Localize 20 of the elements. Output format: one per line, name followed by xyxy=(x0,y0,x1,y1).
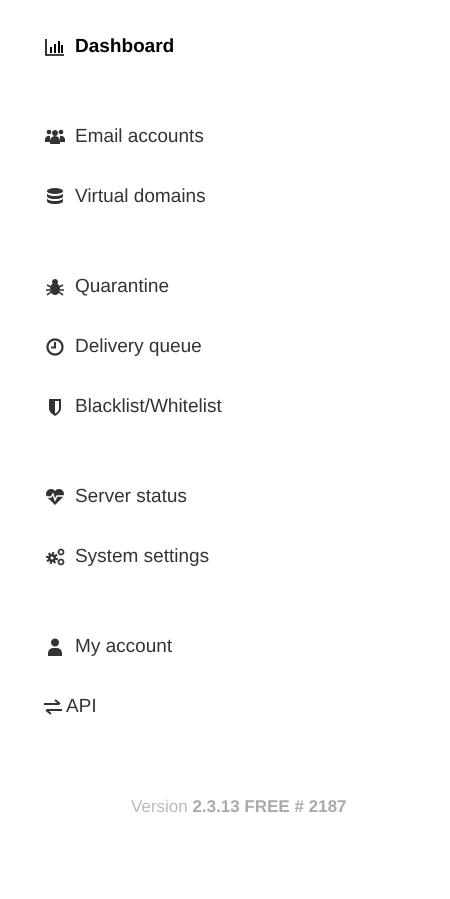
nav-item[interactable]: Email accounts xyxy=(45,107,204,167)
chart-icon xyxy=(45,37,65,57)
database-icon xyxy=(45,187,65,207)
bug-icon xyxy=(45,277,65,297)
nav-item[interactable]: Delivery queue xyxy=(45,317,202,377)
nav-item[interactable]: Virtual domains xyxy=(45,167,206,227)
arrows-icon xyxy=(43,697,63,717)
nav-item[interactable]: Blacklist/Whitelist xyxy=(45,377,222,437)
nav-item[interactable]: API xyxy=(43,677,97,737)
nav-item[interactable]: Server status xyxy=(45,467,187,527)
heartbeat-icon xyxy=(45,487,65,507)
users-icon xyxy=(45,127,65,147)
nav-item[interactable]: System settings xyxy=(45,527,210,587)
user-icon xyxy=(45,637,65,657)
version-text: Version 2.3.13 FREE # 2187 xyxy=(131,797,348,817)
clock-icon xyxy=(45,337,65,357)
nav-item[interactable]: My account xyxy=(45,617,172,677)
nav-item[interactable]: Quarantine xyxy=(45,257,170,317)
nav-item[interactable]: Dashboard xyxy=(45,17,174,77)
gears-icon xyxy=(45,547,65,567)
